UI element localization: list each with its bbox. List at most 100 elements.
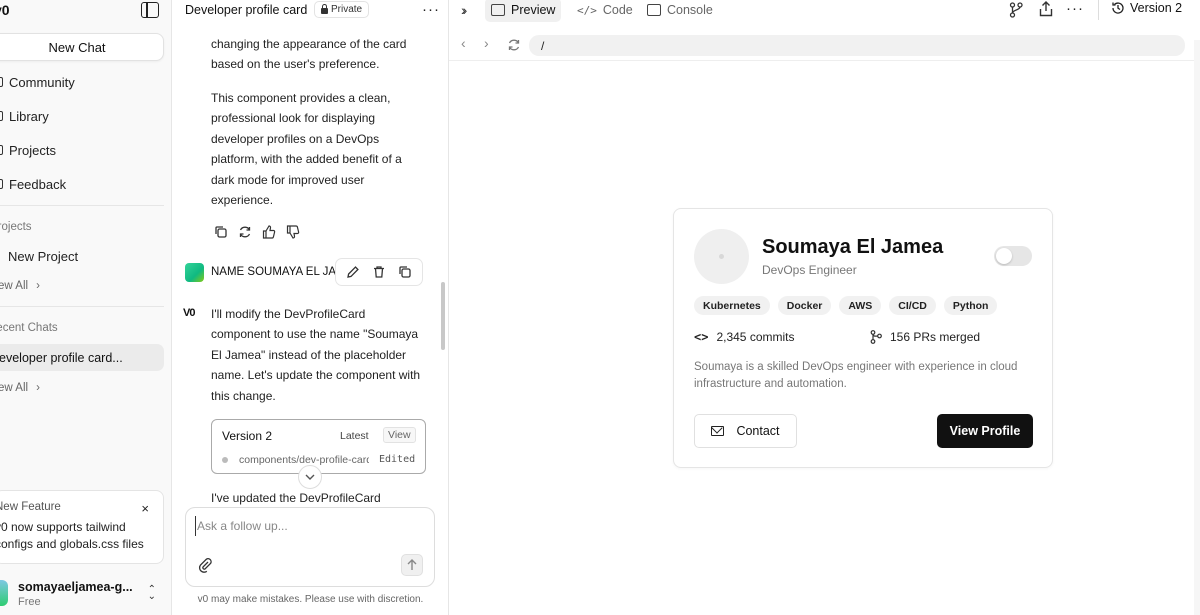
skill-tag: Python [943,296,998,315]
code-icon: <> [694,330,709,344]
assistant-message-text: This component provides a clean, profess… [211,91,402,208]
file-path: components/dev-profile-card.tsx [239,454,369,466]
avatar [0,580,8,606]
disclaimer: v0 may make mistakes. Please use with di… [197,594,424,605]
chevron-right-icon: › [36,382,40,394]
sidebar-item-label: Community [9,74,75,90]
new-project-label: New Project [8,248,79,264]
private-badge[interactable]: Private [314,1,370,18]
divider [1098,0,1099,20]
tab-label: Preview [511,3,556,17]
dark-mode-toggle[interactable] [994,246,1032,266]
assistant-message-text: I've updated the DevProfileCard [211,491,381,505]
tab-label: Code [602,3,633,17]
recent-view-all-link[interactable]: View All › [0,382,40,394]
feature-title: New Feature [0,501,61,513]
paperclip-icon[interactable] [198,557,212,573]
lock-icon [321,4,328,14]
chat-panel: Developer profile card Private ··· chang… [172,0,449,615]
preview-panel: ›› Preview </> Code Console ··· Version … [449,0,1200,615]
prs-count: 156 PRs merged [890,330,981,344]
chevron-up-down-icon: ⌃ ⌄ [147,584,156,602]
sidebar-item-community[interactable]: Community [0,70,75,94]
message-tools [335,258,423,286]
more-options-icon[interactable]: ··· [1066,0,1084,17]
sidebar-item-label: Projects [9,142,56,158]
git-merge-icon [870,330,882,344]
sidebar-item-feedback[interactable]: Feedback [0,172,66,196]
more-options-icon[interactable]: ··· [422,1,440,18]
contact-label: Contact [736,424,780,438]
version-selector[interactable]: Version 2 [1111,1,1182,15]
version-label: Version 2 [1130,1,1183,15]
recent-chat-item[interactable]: Developer profile card... [0,344,164,371]
browser-bar: ‹ › / [449,31,1200,61]
thumbs-up-icon[interactable] [262,225,276,239]
new-feature-card: New Feature × v0 now supports tailwind c… [0,490,164,564]
forward-icon[interactable]: › [484,35,489,51]
user-menu[interactable]: somayaeljamea-g... Free ⌃ ⌄ [0,574,166,614]
view-all-label: View All [0,280,29,292]
user-message-avatar [185,263,204,282]
view-version-button[interactable]: View [383,427,416,443]
trash-icon[interactable] [372,265,386,279]
profile-name: Soumaya El Jamea [762,236,944,258]
latest-label: Latest [340,430,369,442]
sidebar-item-projects[interactable]: Projects [0,138,56,162]
thumbs-down-icon[interactable] [286,225,300,239]
copy-icon[interactable] [398,265,412,279]
divider [0,306,164,307]
v0-logo[interactable]: v0 [0,2,10,18]
share-icon[interactable] [1039,1,1053,17]
double-chevron-right-icon[interactable]: ›› [461,2,468,18]
commits-stat: <> 2,345 commits [694,330,794,344]
edit-icon[interactable] [346,265,360,279]
url-bar[interactable]: / [529,35,1185,56]
mail-icon [711,426,725,436]
copy-icon[interactable] [214,225,228,239]
close-icon[interactable]: × [141,501,149,516]
version-card[interactable]: Version 2 Latest View components/dev-pro… [211,419,426,474]
projects-view-all-link[interactable]: View All › [0,280,40,292]
send-button[interactable] [401,554,423,576]
regenerate-icon[interactable] [238,225,252,239]
skill-tag: Docker [777,296,832,315]
tab-preview[interactable]: Preview [485,0,562,22]
file-status: Edited [379,454,416,465]
new-project-item[interactable]: New Project [8,244,78,268]
preview-toolbar: ›› Preview </> Code Console ··· Version … [449,0,1200,22]
feedback-icon [0,179,3,189]
sidebar-item-library[interactable]: Library [0,104,49,128]
skill-tag: AWS [839,296,882,315]
scroll-down-button[interactable] [298,465,322,489]
refresh-icon[interactable] [507,38,521,52]
chat-scrollbar[interactable] [441,282,445,350]
sidebar-item-label: Feedback [9,176,67,192]
history-icon [1112,2,1124,14]
preview-icon [491,4,505,16]
divider [0,205,164,206]
library-icon [0,111,3,121]
profile-card: Soumaya El Jamea DevOps Engineer Kuberne… [673,208,1053,468]
code-icon: </> [577,3,597,17]
console-icon [647,4,661,16]
chat-title[interactable]: Developer profile card [185,3,307,17]
file-status-dot [222,457,228,463]
preview-scrollbar[interactable] [1194,40,1200,615]
contact-button[interactable]: Contact [694,414,797,448]
fork-icon[interactable] [1009,2,1023,18]
projects-icon [0,145,3,155]
tab-code[interactable]: </> Code [571,0,639,22]
tab-label: Console [667,3,713,17]
chevron-down-icon [305,474,315,480]
new-chat-button[interactable]: New Chat [0,33,164,61]
projects-section-label: Projects [0,221,32,233]
tab-console[interactable]: Console [641,0,719,22]
version-title: Version 2 [222,429,273,443]
sidebar-toggle-icon[interactable] [141,2,159,18]
chat-header: Developer profile card Private ··· [172,0,448,20]
back-icon[interactable]: ‹ [461,35,466,51]
skill-tag: Kubernetes [694,296,770,315]
view-profile-button[interactable]: View Profile [937,414,1033,448]
follow-up-input[interactable] [195,516,395,536]
